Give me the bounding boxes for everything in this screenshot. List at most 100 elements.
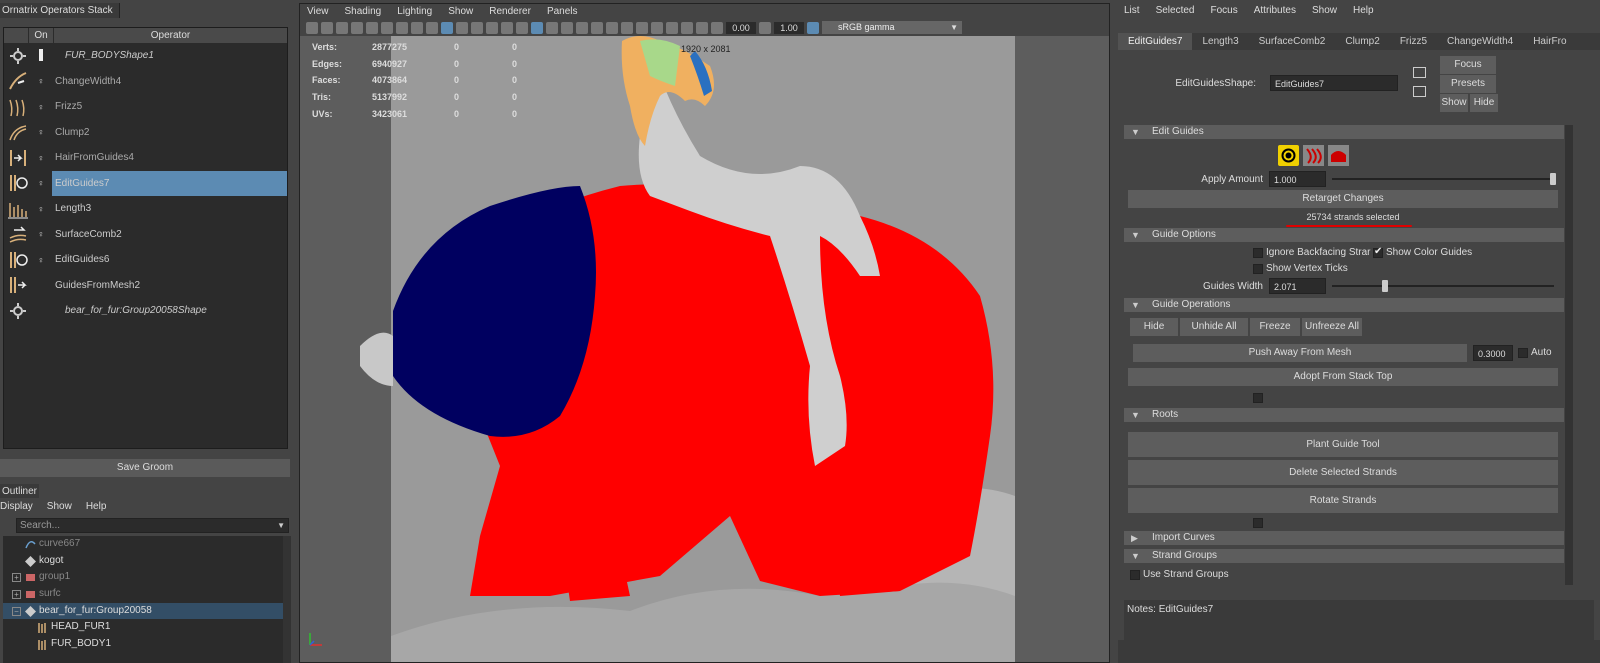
bulb-off-icon[interactable]: ♀ xyxy=(30,153,52,163)
select-mode-icon[interactable] xyxy=(1278,145,1299,166)
hide-guides-button[interactable]: Hide xyxy=(1130,318,1178,336)
use-strand-groups-checkbox[interactable] xyxy=(1130,570,1140,580)
section-roots[interactable]: ▼ Roots xyxy=(1124,408,1564,422)
delete-selected-strands-button[interactable]: Delete Selected Strands xyxy=(1128,460,1558,485)
section-edit-guides[interactable]: ▼ Edit Guides xyxy=(1124,125,1564,139)
plant-guide-tool-button[interactable]: Plant Guide Tool xyxy=(1128,432,1558,457)
retarget-changes-button[interactable]: Retarget Changes xyxy=(1128,190,1558,208)
smooth-shade-icon[interactable] xyxy=(531,21,543,34)
menu-show[interactable]: Show xyxy=(1312,0,1337,22)
show-color-guides-checkbox[interactable] xyxy=(1373,246,1383,258)
operator-row[interactable]: ♀ SurfaceComb2 xyxy=(4,222,287,248)
operator-row[interactable]: FUR_BODYShape1 xyxy=(4,43,287,69)
camera-attr-icon[interactable] xyxy=(336,21,348,34)
motion-blur-icon[interactable] xyxy=(621,21,633,34)
operator-row[interactable]: bear_for_fur:Group20058Shape xyxy=(4,298,287,324)
isolate-select-icon[interactable] xyxy=(651,21,663,34)
outliner-item[interactable]: kogot xyxy=(3,553,283,570)
operator-row[interactable]: ♀ Frizz5 xyxy=(4,94,287,120)
bulb-on-icon[interactable]: ♀ xyxy=(30,255,52,265)
outliner-item[interactable]: HEAD_FUR1 xyxy=(3,619,283,636)
menu-panels[interactable]: Panels xyxy=(547,4,578,19)
unfreeze-all-button[interactable]: Unfreeze All xyxy=(1302,318,1362,336)
anti-alias-icon[interactable] xyxy=(636,21,648,34)
apply-amount-field[interactable]: 1.000 xyxy=(1269,171,1326,187)
lights-icon[interactable] xyxy=(576,21,588,34)
section-strand-groups[interactable]: ▼ Strand Groups xyxy=(1124,549,1564,563)
2d-pan-icon[interactable] xyxy=(381,21,393,34)
tab-length3[interactable]: Length3 xyxy=(1192,33,1248,50)
push-away-button[interactable]: Push Away From Mesh xyxy=(1133,344,1467,362)
operator-row[interactable]: GuidesFromMesh2 xyxy=(4,273,287,299)
backface-icon[interactable] xyxy=(696,21,708,34)
push-away-field[interactable]: 0.3000 xyxy=(1473,345,1513,361)
comb-mode-icon[interactable] xyxy=(1303,145,1324,166)
safe-action-icon[interactable] xyxy=(486,21,498,34)
bulb-on-icon[interactable]: ♀ xyxy=(30,229,52,239)
tab-editguides7[interactable]: EditGuides7 xyxy=(1118,33,1193,50)
outliner-scrollbar[interactable] xyxy=(283,536,291,663)
bulb-off-icon[interactable]: ♀ xyxy=(30,127,52,137)
color-management-icon[interactable] xyxy=(807,21,819,34)
ambient-occlusion-icon[interactable] xyxy=(606,21,618,34)
gamma-field[interactable]: 1.00 xyxy=(774,21,804,34)
operator-row[interactable]: ♀ Clump2 xyxy=(4,120,287,146)
menu-help[interactable]: Help xyxy=(1353,0,1374,22)
operator-row[interactable]: ♀ EditGuides6 xyxy=(4,247,287,273)
rotate-strands-button[interactable]: Rotate Strands xyxy=(1128,488,1558,513)
brush-mode-icon[interactable] xyxy=(1328,145,1349,166)
wireframe-icon[interactable] xyxy=(516,21,528,34)
outliner-search-input[interactable]: Search... ▼ xyxy=(16,518,289,533)
outliner-item[interactable]: + surfc xyxy=(3,586,283,603)
camera-icon[interactable] xyxy=(306,21,318,34)
shadows-icon[interactable] xyxy=(591,21,603,34)
outliner-item[interactable]: + group1 xyxy=(3,569,283,586)
resolution-gate-icon[interactable] xyxy=(441,21,453,34)
3d-viewport[interactable]: View Shading Lighting Show Renderer Pane… xyxy=(299,3,1110,663)
tab-frizz5[interactable]: Frizz5 xyxy=(1390,33,1437,50)
outliner-item-selected[interactable]: − bear_for_fur:Group20058 xyxy=(3,602,283,620)
freeze-button[interactable]: Freeze xyxy=(1250,318,1300,336)
chevron-down-icon[interactable]: ▼ xyxy=(277,519,285,532)
chevron-down-icon[interactable]: ▼ xyxy=(950,21,958,34)
operator-row[interactable]: ♀ Length3 xyxy=(4,196,287,222)
bulb-off-icon[interactable]: ♀ xyxy=(30,102,52,112)
hide-button[interactable]: Hide xyxy=(1470,94,1498,112)
outliner-item[interactable]: FUR_BODY1 xyxy=(3,636,283,653)
menu-attributes[interactable]: Attributes xyxy=(1254,0,1296,22)
xray-icon[interactable] xyxy=(666,21,678,34)
notes-area[interactable]: Notes: EditGuides7 xyxy=(1124,600,1594,640)
field-chart-icon[interactable] xyxy=(471,21,483,34)
guides-width-field[interactable]: 2.071 xyxy=(1269,278,1326,294)
roots-option-checkbox[interactable] xyxy=(1253,518,1263,528)
menu-renderer[interactable]: Renderer xyxy=(489,4,531,19)
tab-surfacecomb2[interactable]: SurfaceComb2 xyxy=(1249,33,1336,50)
tab-hairfromguides[interactable]: HairFro xyxy=(1523,33,1576,50)
menu-view[interactable]: View xyxy=(307,4,329,19)
slider-knob[interactable] xyxy=(1382,280,1388,292)
exposure-icon[interactable] xyxy=(711,21,723,34)
operator-row[interactable]: ♀ ChangeWidth4 xyxy=(4,69,287,95)
safe-title-icon[interactable] xyxy=(501,21,513,34)
menu-display[interactable]: Display xyxy=(0,501,33,512)
save-groom-button[interactable]: Save Groom xyxy=(0,459,290,477)
bulb-off-icon[interactable]: ♀ xyxy=(30,76,52,86)
adopt-option-checkbox[interactable] xyxy=(1253,393,1263,403)
menu-focus[interactable]: Focus xyxy=(1210,0,1237,22)
bookmark-icon[interactable] xyxy=(351,21,363,34)
ignore-backfacing-checkbox[interactable] xyxy=(1253,248,1263,258)
menu-show[interactable]: Show xyxy=(448,4,473,19)
slider-knob[interactable] xyxy=(1550,173,1556,185)
expand-icon[interactable]: + xyxy=(12,573,21,583)
show-vertex-ticks-checkbox[interactable] xyxy=(1253,264,1263,274)
focus-button[interactable]: Focus xyxy=(1440,56,1496,74)
view-transform-select[interactable]: sRGB gamma ▼ xyxy=(822,21,962,34)
bulb-on-icon[interactable] xyxy=(30,48,52,63)
show-button[interactable]: Show xyxy=(1440,94,1468,112)
menu-lighting[interactable]: Lighting xyxy=(397,4,432,19)
menu-selected[interactable]: Selected xyxy=(1156,0,1195,22)
bulb-on-icon[interactable]: ♀ xyxy=(30,178,52,188)
operator-row-selected[interactable]: ♀ EditGuides7 xyxy=(4,170,287,197)
auto-checkbox[interactable] xyxy=(1518,348,1528,358)
gate-mask-icon[interactable] xyxy=(456,21,468,34)
